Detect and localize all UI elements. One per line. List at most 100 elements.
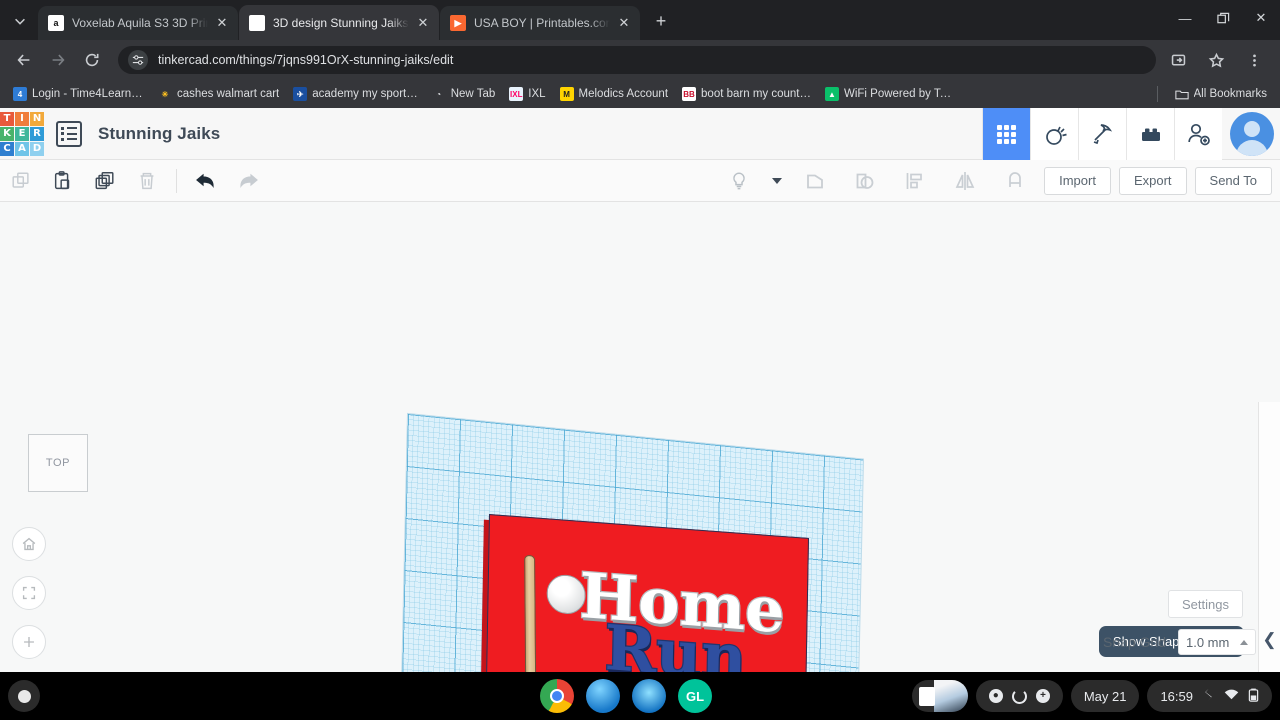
reload-icon[interactable] <box>76 44 108 76</box>
bookmark-label: New Tab <box>451 88 496 100</box>
gl-app-icon[interactable]: GL <box>678 679 712 713</box>
snap-grid-row: Snap Grid 1.0 mm <box>1103 629 1256 655</box>
export-button[interactable]: Export <box>1119 167 1187 195</box>
user-avatar[interactable] <box>1230 112 1274 156</box>
edit-toolbar: Import Export Send To <box>0 160 1280 202</box>
tab-close-icon[interactable]: ✕ <box>214 15 230 31</box>
baseball-bat-shape[interactable] <box>524 555 536 672</box>
bookmark-label: Melodics Account <box>579 88 669 100</box>
browser-tab-active[interactable]: 3D design Stunning Jaiks - Tin ✕ <box>239 5 439 40</box>
toolbar-right-group: Import Export Send To <box>718 160 1272 202</box>
tinkercad-favicon <box>249 15 265 31</box>
melodics-favicon: M <box>560 87 574 101</box>
tab-search-icon[interactable] <box>6 7 34 35</box>
close-window-button[interactable]: ✕ <box>1242 0 1280 36</box>
view-cube[interactable]: TOP <box>28 434 88 492</box>
date-pill[interactable]: May 21 <box>1071 680 1140 712</box>
tinkercad-logo[interactable]: T I N K E R C A D <box>0 112 44 156</box>
logo-letter: A <box>15 142 29 156</box>
text-shape-run[interactable]: Run <box>604 617 747 672</box>
snap-grid-select[interactable]: 1.0 mm <box>1178 629 1256 655</box>
logo-letter: C <box>0 142 14 156</box>
bootbarn-favicon: BB <box>682 87 696 101</box>
printables-favicon: ▶ <box>450 15 466 31</box>
game-app-icon-1[interactable] <box>586 679 620 713</box>
chrome-app-icon[interactable] <box>540 679 574 713</box>
bookmark-item[interactable]: ✈ academy my sport… <box>286 83 424 105</box>
list-menu-icon[interactable] <box>56 121 82 147</box>
share-screen-icon[interactable] <box>1162 44 1194 76</box>
codeblocks-icon[interactable] <box>1030 108 1078 160</box>
maximize-button[interactable] <box>1204 0 1242 36</box>
fit-to-view-icon[interactable] <box>12 576 46 610</box>
launcher-button[interactable] <box>8 680 40 712</box>
all-bookmarks-group: All Bookmarks <box>1143 83 1275 105</box>
add-icon[interactable]: + <box>1036 689 1050 703</box>
home-run-model[interactable]: Home Run <box>485 514 809 672</box>
timer-icon[interactable] <box>1012 689 1027 704</box>
home-view-icon[interactable] <box>12 527 46 561</box>
caret-up-icon <box>1240 640 1248 645</box>
record-icon[interactable]: ● <box>989 689 1003 703</box>
globe-favicon: ◔ <box>432 87 446 101</box>
all-bookmarks-label: All Bookmarks <box>1194 88 1268 100</box>
screen-capture-thumbnail[interactable] <box>912 680 968 712</box>
redo-icon[interactable] <box>227 160 269 202</box>
paste-icon[interactable] <box>42 160 84 202</box>
bookmark-item[interactable]: M Melodics Account <box>553 83 676 105</box>
shelf-app-list: GL <box>540 679 712 713</box>
launcher-dot <box>18 690 31 703</box>
bookmark-item[interactable]: ✳ cashes walmart cart <box>151 83 286 105</box>
time4learning-favicon: 4 <box>13 87 27 101</box>
align-icon[interactable] <box>894 160 936 202</box>
chrome-browser-window: a Voxelab Aquila S3 3D Printer w ✕ 3D de… <box>0 0 1280 720</box>
forward-arrow-icon[interactable] <box>42 44 74 76</box>
browser-tab[interactable]: a Voxelab Aquila S3 3D Printer w ✕ <box>38 6 238 40</box>
duplicate-icon[interactable] <box>84 160 126 202</box>
back-arrow-icon[interactable] <box>8 44 40 76</box>
site-settings-icon[interactable] <box>128 50 148 70</box>
divider <box>176 169 177 193</box>
bookmark-item[interactable]: ▲ WiFi Powered by Te… <box>818 83 963 105</box>
design-canvas[interactable]: Workplane Home Run TOP <box>0 202 1280 672</box>
ungroup-icon[interactable] <box>844 160 886 202</box>
zoom-in-icon[interactable] <box>12 625 46 659</box>
time-text: 16:59 <box>1160 689 1193 704</box>
group-icon[interactable] <box>794 160 836 202</box>
all-bookmarks-button[interactable]: All Bookmarks <box>1168 83 1275 105</box>
blocks-grid-icon[interactable] <box>982 108 1030 160</box>
minimize-button[interactable]: — <box>1166 0 1204 36</box>
settings-button[interactable]: Settings <box>1168 590 1243 618</box>
invite-person-icon[interactable] <box>1174 108 1222 160</box>
logo-letter: R <box>30 127 44 141</box>
bookmark-item[interactable]: 4 Login - Time4Learni… <box>6 83 151 105</box>
caret-down-icon[interactable] <box>768 160 786 202</box>
new-tab-button[interactable]: + <box>647 8 675 36</box>
tinkercad-header: T I N K E R C A D Stunning Jaiks <box>0 108 1280 160</box>
send-to-button[interactable]: Send To <box>1195 167 1272 195</box>
system-tray[interactable]: 16:59 <box>1147 680 1272 712</box>
game-app-icon-2[interactable] <box>632 679 666 713</box>
view-controls <box>12 527 46 672</box>
browser-tab[interactable]: ▶ USA BOY | Printables.com ✕ <box>440 6 640 40</box>
lightbulb-icon[interactable] <box>718 160 760 202</box>
screen-capture-controls: ● + <box>976 680 1063 712</box>
star-icon[interactable] <box>1200 44 1232 76</box>
lego-brick-icon[interactable] <box>1126 108 1174 160</box>
address-bar[interactable]: tinkercad.com/things/7jqns991OrX-stunnin… <box>118 46 1156 74</box>
bookmark-item[interactable]: BB boot barn my count… <box>675 83 818 105</box>
mirror-icon[interactable] <box>944 160 986 202</box>
chrome-center-dot <box>550 689 564 703</box>
bookmark-item[interactable]: IXL IXL <box>502 83 552 105</box>
tab-close-icon[interactable]: ✕ <box>415 15 431 31</box>
undo-icon[interactable] <box>185 160 227 202</box>
import-button[interactable]: Import <box>1044 167 1111 195</box>
minecraft-pickaxe-icon[interactable] <box>1078 108 1126 160</box>
bookmark-item[interactable]: ◔ New Tab <box>425 83 503 105</box>
three-dot-menu-icon[interactable] <box>1238 44 1270 76</box>
tab-close-icon[interactable]: ✕ <box>616 15 632 31</box>
magnet-icon[interactable] <box>994 160 1036 202</box>
copy-icon[interactable] <box>0 160 42 202</box>
trash-icon[interactable] <box>126 160 168 202</box>
shapes-panel-toggle[interactable]: ❮ <box>1258 402 1280 672</box>
